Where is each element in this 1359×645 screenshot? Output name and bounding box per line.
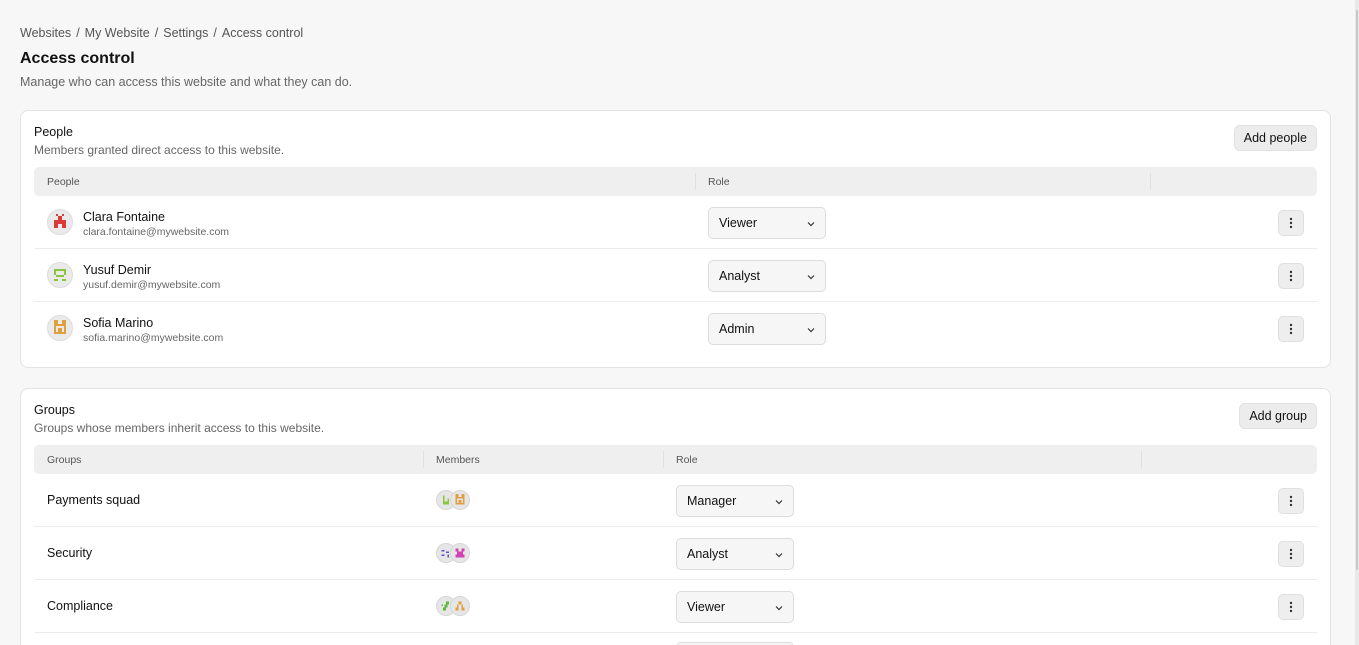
column-header-members: Members [436,454,480,466]
kebab-menu-icon [1289,548,1293,560]
breadcrumb-current: Access control [221,26,304,40]
avatar-glyph [455,601,465,611]
table-row: Clara Fontaine clara.fontaine@mywebsite.… [34,196,1317,249]
chevron-down-icon [807,328,815,333]
pixel-avatar-icon [47,262,73,288]
table-row: Yusuf Demir yusuf.demir@mywebsite.com An… [34,249,1317,302]
role-select-value: Admin [719,322,755,336]
role-select[interactable]: Analyst [676,538,794,570]
breadcrumb-websites[interactable]: Websites [20,26,71,40]
column-header-role: Role [676,454,698,466]
group-name: Security [47,546,93,560]
role-select-value: Viewer [687,600,725,614]
breadcrumb-settings[interactable]: Settings [163,26,208,40]
kebab-menu-icon [1289,217,1293,229]
groups-card: Groups Groups whose members inherit acce… [20,388,1331,645]
add-people-button[interactable]: Add people [1233,125,1317,151]
pixel-avatar-icon [47,209,73,235]
avatar-glyph [455,548,465,558]
group-members [436,490,470,510]
row-menu-button[interactable] [1278,594,1304,620]
person-name: Yusuf Demir [83,263,152,277]
people-table-header: People Role [34,167,1317,196]
role-select-value: Analyst [687,547,728,561]
breadcrumb: Websites / My Website / Settings / Acces… [20,26,303,40]
groups-title: Groups [34,403,75,417]
pixel-avatar-icon [47,315,73,341]
kebab-menu-icon [1289,495,1293,507]
groups-subtitle: Groups whose members inherit access to t… [34,421,325,435]
group-members [436,596,470,616]
breadcrumb-separator: / [213,26,217,40]
member-avatar-icon [450,490,470,510]
role-select[interactable]: Analyst [708,260,826,292]
chevron-down-icon [807,275,815,280]
chevron-down-icon [775,606,783,611]
group-name: Compliance [47,599,114,613]
row-menu-button[interactable] [1278,316,1304,342]
row-menu-button[interactable] [1278,263,1304,289]
role-select-value: Manager [687,494,737,508]
person-name: Sofia Marino [83,316,154,330]
person-name: Clara Fontaine [83,210,165,224]
table-row: Security Analyst [34,527,1317,580]
table-row-partial [34,633,1317,645]
role-select[interactable]: Manager [676,485,794,517]
column-divider [423,451,424,468]
page-description: Manage who can access this website and w… [20,75,353,89]
chevron-down-icon [775,553,783,558]
column-header-role: Role [708,176,730,188]
people-title: People [34,125,73,139]
person-email: clara.fontaine@mywebsite.com [83,226,230,238]
column-header-people: People [47,176,80,188]
column-divider [1141,451,1142,468]
page-title: Access control [20,50,135,67]
person-email: sofia.marino@mywebsite.com [83,332,224,344]
groups-table-header: Groups Members Role [34,445,1317,474]
kebab-menu-icon [1289,270,1293,282]
avatar-glyph [54,214,66,228]
column-divider [663,451,664,468]
member-avatar-icon [450,543,470,563]
column-divider [695,173,696,190]
group-name: Payments squad [47,493,141,507]
table-row: Compliance Viewer [34,580,1317,633]
avatar-glyph [54,269,66,281]
role-select[interactable]: Admin [708,313,826,345]
breadcrumb-my-website[interactable]: My Website [85,26,150,40]
breadcrumb-separator: / [76,26,80,40]
page-scrollbar[interactable] [1355,0,1359,645]
role-select[interactable]: Viewer [676,591,794,623]
add-group-button[interactable]: Add group [1239,403,1317,429]
scrollbar-thumb[interactable] [1356,10,1358,570]
kebab-menu-icon [1289,323,1293,335]
table-row: Sofia Marino sofia.marino@mywebsite.com … [34,302,1317,355]
chevron-down-icon [807,222,815,227]
group-members [436,543,470,563]
avatar-glyph [54,320,66,334]
kebab-menu-icon [1289,601,1293,613]
role-select-value: Analyst [719,269,760,283]
role-select-value: Viewer [719,216,757,230]
chevron-down-icon [775,500,783,505]
row-menu-button[interactable] [1278,541,1304,567]
column-divider [1150,173,1151,190]
row-menu-button[interactable] [1278,210,1304,236]
role-select[interactable]: Viewer [708,207,826,239]
member-avatar-icon [450,596,470,616]
avatar-glyph [455,494,465,505]
breadcrumb-separator: / [154,26,159,40]
column-header-groups: Groups [47,454,82,466]
table-row: Payments squad Manager [34,474,1317,527]
people-card: People Members granted direct access to … [20,110,1331,368]
person-email: yusuf.demir@mywebsite.com [83,279,221,291]
row-menu-button[interactable] [1278,488,1304,514]
people-subtitle: Members granted direct access to this we… [34,143,285,157]
